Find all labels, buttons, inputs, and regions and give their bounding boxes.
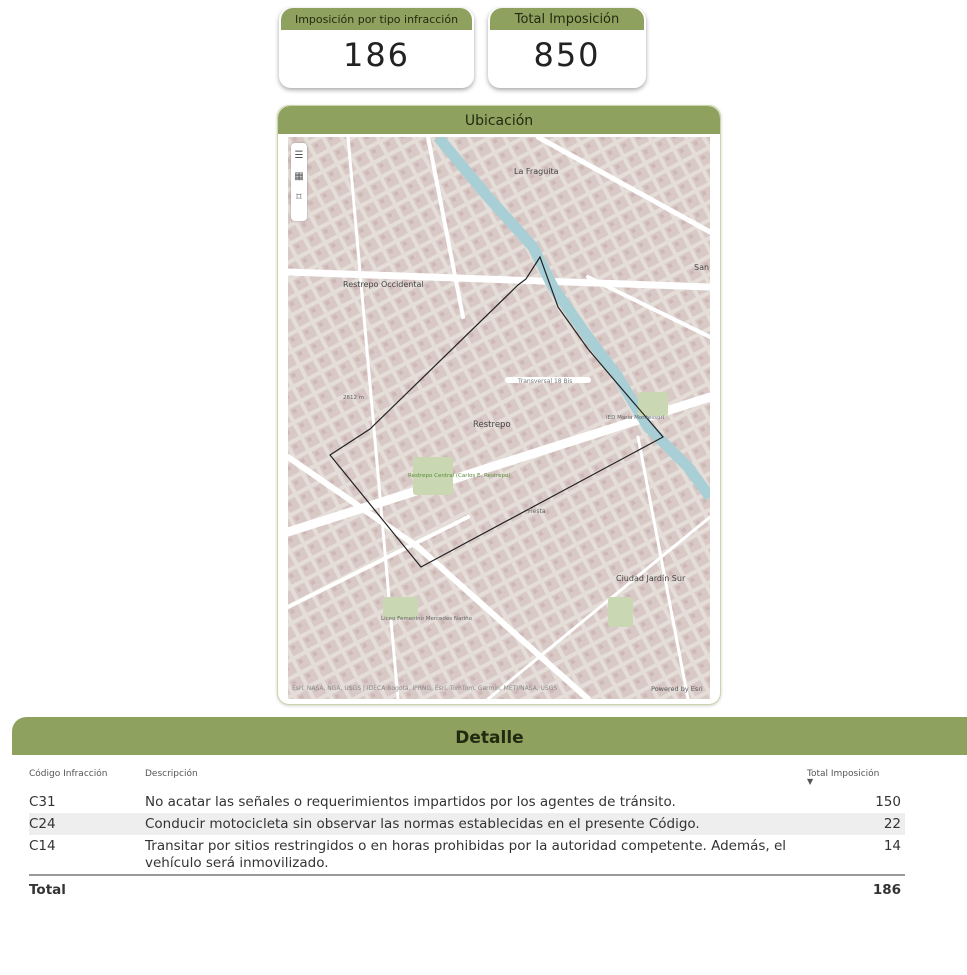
cell-code: C14 [29,838,56,854]
map-label: Ciudad Jardín Sur [616,574,686,583]
cell-total: 14 [883,838,901,854]
powered-by[interactable]: Powered by Esri [651,685,703,693]
map-title: Ubicación [278,106,720,134]
map-toolbar: ☰ ▦ ⌑ [291,143,307,221]
col-header-description[interactable]: Descripción [145,765,807,791]
select-icon[interactable]: ⌑ [291,192,307,206]
layers-icon[interactable]: ▦ [291,171,307,185]
table-row[interactable]: C14 Transitar por sitios restringidos o … [29,835,905,875]
kpi-value: 186 [342,36,411,74]
map-label: Restrepo Occidental [343,280,424,289]
cell-total: 22 [807,813,905,835]
map-label: IED María Montessori [606,414,665,421]
detail-title: Detalle [12,717,967,755]
table-row[interactable]: C24 Conducir motocicleta sin observar la… [29,813,905,835]
menu-icon[interactable]: ☰ [291,150,307,164]
sort-desc-icon: ▼ [807,777,814,786]
table-total-row: Total 186 [29,874,905,901]
map-label: Liceo Femenino Mercedes Nariño [381,616,473,622]
map-label: Fiesta [528,508,546,515]
kpi-value: 850 [533,36,601,74]
table-header-row: Código Infracción Descripción Total Impo… [29,765,905,791]
total-spacer [145,874,807,901]
kpi-card-total-imposicion: Total Imposición 850 [488,8,646,88]
table-row[interactable]: C31 No acatar las señales o requerimient… [29,791,905,813]
cell-description: Transitar por sitios restringidos o en h… [145,838,787,871]
map-label: Transversal 18 Bis [517,378,572,385]
map-attribution: Esri, NASA, NGA, USGS | IDECA Bogotá, IP… [292,685,558,692]
col-header-total-label: Total Imposición [807,769,880,779]
map-label: Restrepo Central (Carlos E. Restrepo) [408,473,511,479]
detail-table: Código Infracción Descripción Total Impo… [29,765,905,901]
map-view[interactable]: La Fraguita Restrepo Occidental Restrepo… [288,137,710,699]
kpi-title: Total Imposición [490,8,644,30]
cell-code: C24 [29,813,145,835]
detail-card: Detalle Código Infracción Descripción To… [12,717,967,975]
total-value: 186 [807,874,905,901]
map-card: Ubicación La Fraguita Restrepo Occidenta… [277,105,721,705]
cell-description: Conducir motocicleta sin observar las no… [145,813,807,835]
map-label: Restrepo [473,420,511,430]
col-header-total[interactable]: Total Imposición ▼ [807,765,905,791]
kpi-title: Imposición por tipo infracción [281,8,472,30]
total-label: Total [29,874,145,901]
cell-code: C31 [29,794,56,810]
kpi-card-imposicion-tipo: Imposición por tipo infracción 186 [279,8,474,88]
map-label: San [694,263,709,272]
col-header-code[interactable]: Código Infracción [29,765,145,791]
cell-total: 150 [875,794,901,810]
map-label: La Fraguita [514,167,559,176]
cell-description: No acatar las señales o requerimientos i… [145,794,676,810]
map-label: 2612 m [343,395,364,401]
